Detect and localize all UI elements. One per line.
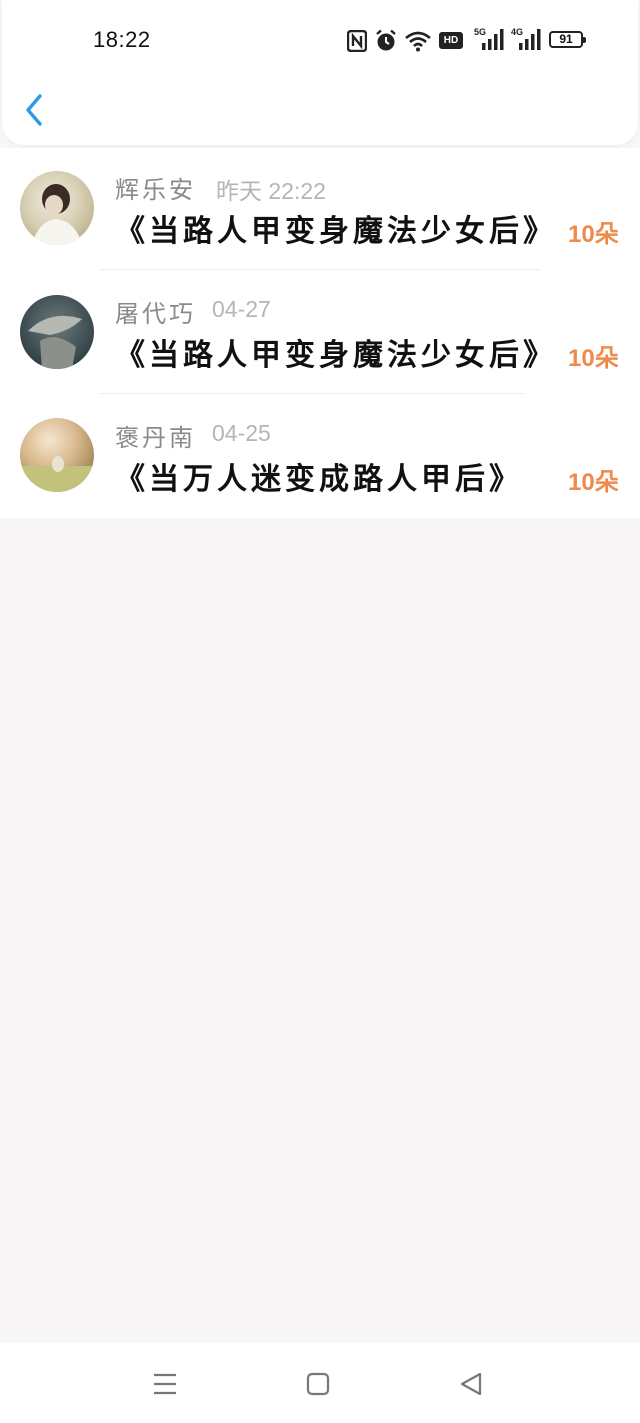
gift-date: 04-27 — [212, 296, 271, 322]
home-icon[interactable] — [303, 1370, 333, 1398]
status-time: 18:22 — [93, 27, 151, 52]
avatar[interactable] — [20, 418, 94, 492]
flower-count: 10朵 — [568, 469, 619, 496]
chevron-left-icon — [26, 94, 42, 126]
gift-date: 04-25 — [212, 420, 271, 446]
back-triangle-icon[interactable] — [456, 1370, 486, 1398]
hd-label: HD — [443, 35, 459, 46]
list-item[interactable]: 屠代巧 04-27 《当路人甲变身魔法少女后》 10朵 — [0, 272, 640, 396]
divider — [100, 269, 540, 270]
list-item[interactable]: 辉乐安 昨天 22:22 《当路人甲变身魔法少女后》 10朵 — [0, 148, 640, 272]
battery-indicator: 91 — [549, 31, 586, 48]
menu-icon[interactable] — [150, 1370, 180, 1398]
status-bar: 18:22 HD 5G 4G 91 — [0, 0, 640, 80]
signal-4g-icon: 4G — [511, 27, 541, 51]
avatar[interactable] — [20, 295, 94, 369]
sender-name: 辉乐安 — [115, 176, 196, 204]
avatar[interactable] — [20, 171, 94, 245]
gift-date: 昨天 22:22 — [216, 178, 326, 204]
book-title: 《当路人甲变身魔法少女后》 — [115, 214, 557, 249]
sender-name: 褒丹南 — [115, 424, 196, 452]
divider — [100, 393, 525, 394]
book-title: 《当万人迷变成路人甲后》 — [115, 462, 523, 497]
wifi-icon — [405, 31, 431, 52]
list-item[interactable]: 褒丹南 04-25 《当万人迷变成路人甲后》 10朵 — [0, 396, 640, 520]
back-button[interactable] — [22, 92, 50, 128]
sender-name: 屠代巧 — [115, 300, 196, 328]
flower-count: 10朵 — [568, 345, 619, 372]
flower-count: 10朵 — [568, 221, 619, 248]
gift-list: 辉乐安 昨天 22:22 《当路人甲变身魔法少女后》 10朵 屠代巧 04-27… — [0, 148, 640, 518]
nfc-icon — [347, 30, 367, 52]
hd-icon: HD — [439, 32, 463, 49]
system-nav-bar — [0, 1343, 640, 1423]
alarm-icon — [376, 29, 396, 51]
signal-5g-icon: 5G — [474, 27, 504, 51]
book-title: 《当路人甲变身魔法少女后》 — [115, 338, 557, 373]
